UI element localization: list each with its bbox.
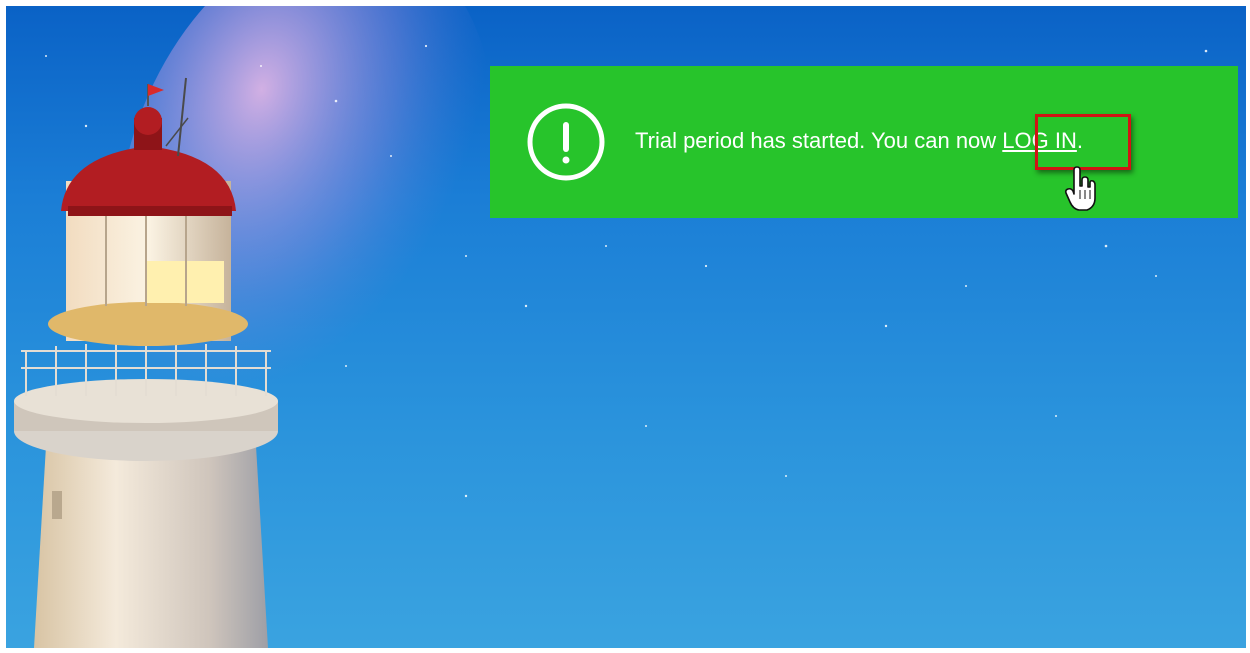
- notification-message: Trial period has started. You can now LO…: [635, 126, 1083, 156]
- hand-pointer-icon: [1064, 166, 1096, 211]
- trial-started-notification: Trial period has started. You can now LO…: [490, 66, 1238, 218]
- exclamation-circle-icon: [527, 103, 605, 181]
- notification-message-text: Trial period has started. You can now: [635, 128, 1003, 153]
- login-highlight-box: [1035, 114, 1131, 170]
- page-background: Trial period has started. You can now LO…: [6, 6, 1246, 648]
